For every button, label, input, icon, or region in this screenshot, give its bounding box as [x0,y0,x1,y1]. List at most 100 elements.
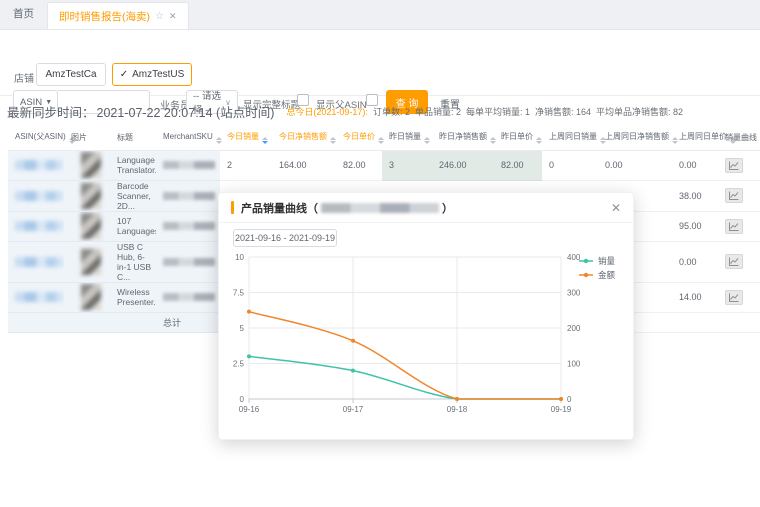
sales-curve-button[interactable] [725,290,743,305]
star-icon[interactable]: ☆ [155,11,164,22]
sort-icon [536,137,542,144]
image-cell [64,150,110,180]
svg-text:09-18: 09-18 [447,405,468,414]
sort-icon [490,137,496,144]
product-title: Barcode Scanner, 2D... [110,180,156,211]
page: 首页 即时销售报告(海卖) ☆ ✕ 店铺 AmzTestCa ✓ AmzTest… [0,0,760,507]
svg-text:0: 0 [567,395,572,404]
svg-text:7.5: 7.5 [233,289,245,298]
merchant-sku-redacted [163,192,215,200]
svg-text:09-19: 09-19 [551,405,572,414]
tab-bar: 首页 即时销售报告(海卖) ☆ ✕ [0,0,760,30]
asin-redacted [15,191,63,201]
cell-lw_price: 95.00 [672,211,718,241]
modal-title: 产品销量曲线（ ） [241,200,453,216]
close-icon[interactable]: ✕ [611,201,621,215]
col-today-price[interactable]: 今日单价 [336,126,382,150]
tab-home[interactable]: 首页 [0,0,47,29]
svg-text:10: 10 [235,253,244,262]
today-total-label: 总今日(2021-09-17): [286,105,368,118]
product-title: 107 Languages... [110,211,156,241]
svg-text:200: 200 [567,324,581,333]
product-title: Language Translator... [110,150,156,180]
cell-yday_qty: 3 [382,150,432,180]
sku-cell [156,241,220,282]
col-merchant-sku[interactable]: MerchantSKU [156,126,220,150]
svg-text:300: 300 [567,289,581,298]
col-today-net[interactable]: 今日净销售额 [272,126,336,150]
sync-summary: 最新同步时间： 2021-07-22 20:07:14 (站点时间) 总今日(2… [0,96,760,126]
svg-text:金额: 金额 [598,270,616,280]
col-lastweek-qty[interactable]: 上周同日销量 [542,126,598,150]
merchant-sku-redacted [163,222,215,230]
asin-cell [8,180,64,211]
table-header-row: ASIN(父ASIN) 图片 标题 MerchantSKU 今日销量 今日净销售… [8,126,760,150]
curve-cell [718,150,760,180]
asin-redacted [15,257,63,267]
store-button-amztestca[interactable]: AmzTestCa [36,63,106,86]
sales-curve-button[interactable] [725,188,743,203]
curve-cell [718,282,760,312]
asin-redacted [15,292,63,302]
today-total-stats: 订单数: 2 单品销量: 2 每单平均销量: 1 净销售额: 164 平均单品净… [373,105,683,118]
product-image [81,284,101,310]
filter-panel: 店铺 AmzTestCa ✓ AmzTestUS ASIN ▼ 业务员 -- 请… [0,30,760,96]
merchant-sku-redacted [163,161,215,169]
table-row: Language Translator... 2164.00 82.00 3246.0… [8,150,760,180]
cell-today_net: 164.00 [272,150,336,180]
svg-text:2.5: 2.5 [233,360,245,369]
image-cell [64,211,110,241]
product-title: Wireless Presenter... [110,282,156,312]
col-lastweek-net[interactable]: 上周同日净销售额 [598,126,672,150]
merchant-sku-redacted [163,258,215,266]
asin-cell [8,282,64,312]
sort-icon [216,137,222,144]
sales-curve-button[interactable] [725,254,743,269]
sku-cell [156,282,220,312]
cell-lw_price: 0.00 [672,150,718,180]
sync-time-value: 2021-07-22 20:07:14 (站点时间) [97,102,275,121]
accent-bar [231,201,234,214]
sort-icon-active [262,137,268,144]
total-label: 总计 [156,312,220,332]
col-yday-qty[interactable]: 昨日销量 [382,126,432,150]
sales-curve-button[interactable] [725,158,743,173]
cell-yday_net: 246.00 [432,150,494,180]
modal-header: 产品销量曲线（ ） ✕ [219,193,633,223]
svg-text:销量: 销量 [598,256,616,266]
col-title: 标题 [110,126,156,150]
col-lastweek-price[interactable]: 上周同日单价 [672,126,718,150]
tab-label: 即时销售报告(海卖) [59,9,150,24]
store-us-label: AmzTestUS [132,69,184,80]
sales-curve-chart: 02.557.510010020030040009-1609-1709-1809… [219,251,635,431]
product-image [81,183,101,209]
product-image [81,152,101,178]
product-image [81,249,101,275]
asin-redacted [15,221,63,231]
legend-item-2[interactable]: 金额 [579,270,616,280]
cell-today_qty: 2 [220,150,272,180]
svg-text:09-16: 09-16 [239,405,260,414]
col-asin[interactable]: ASIN(父ASIN) [8,126,64,150]
col-today-qty[interactable]: 今日销量 [220,126,272,150]
col-image: 图片 [64,126,110,150]
sort-icon [378,137,384,144]
asin-cell [8,150,64,180]
svg-text:0: 0 [240,395,245,404]
date-range-picker[interactable]: 2021-09-16 - 2021-09-19 [233,229,337,247]
col-yday-net[interactable]: 昨日净销售额 [432,126,494,150]
image-cell [64,282,110,312]
cell-yday_price: 82.00 [494,150,542,180]
legend-item-1[interactable]: 销量 [579,256,616,266]
sync-time-label: 最新同步时间： [7,102,95,121]
close-tab-icon[interactable]: ✕ [169,11,177,22]
sales-curve-button[interactable] [725,219,743,234]
merchant-sku-redacted [321,203,439,213]
sales-curve-modal: 产品销量曲线（ ） ✕ 2021-09-16 - 2021-09-19 0 2.5… [218,192,634,440]
product-image [81,213,101,239]
store-button-amztestus[interactable]: ✓ AmzTestUS [112,63,192,86]
curve-cell [718,180,760,211]
col-sales-curve: 销量曲线 [718,126,760,150]
tab-realtime-sales-report[interactable]: 即时销售报告(海卖) ☆ ✕ [47,2,189,29]
col-yday-price[interactable]: 昨日单价 [494,126,542,150]
